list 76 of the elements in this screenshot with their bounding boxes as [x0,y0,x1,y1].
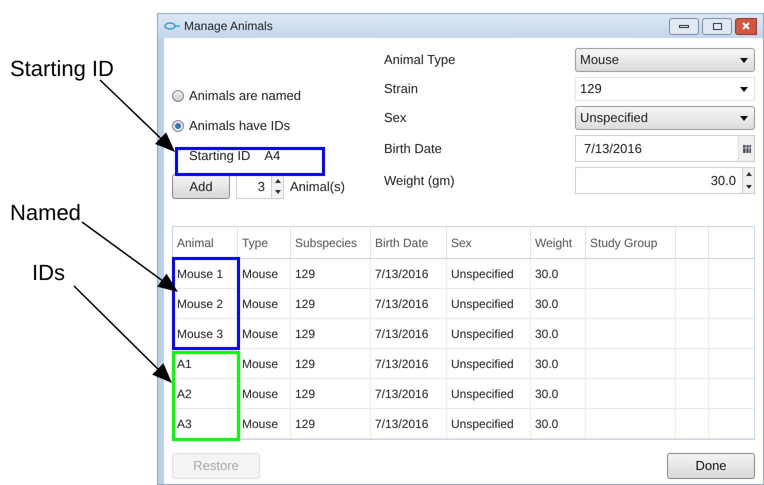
callout-label: IDs [32,259,65,287]
table-cell-text: 7/13/2016 [375,266,428,282]
table-cell-text: Mouse 1 [177,266,224,282]
caret-icon [740,116,748,120]
eye-icon [164,22,180,30]
table-cell-text: Unspecified [451,356,514,372]
table-cell-text: 129 [295,386,316,402]
table-cell-text: 7/13/2016 [375,296,428,312]
table-cell-text: 30.0 [535,326,558,342]
column-header[interactable]: Sex [451,234,472,252]
table-cell-text: 7/13/2016 [375,416,428,432]
table-cell-text: Unspecified [451,266,514,282]
radio-button[interactable]: Animals are named [172,81,384,111]
dropdown[interactable]: Unspecified [575,106,755,130]
add-button[interactable]: Add [172,174,230,199]
table-cell-text: Unspecified [451,416,514,432]
field-label: Birth Date [384,140,443,158]
table-cell-text: Mouse [242,356,278,372]
table-cell-text: A3 [177,416,192,432]
caret-icon [740,86,748,92]
callout-label: Starting ID [10,55,114,83]
column-header[interactable]: Birth Date [375,234,428,252]
field-label: Weight (gm) [384,172,456,190]
count-field[interactable]: 3 [236,174,284,199]
number-field[interactable]: 30.0 [575,167,755,194]
table-cell-text: Unspecified [451,326,514,342]
close-icon [742,22,750,30]
maximize-button[interactable] [702,18,732,34]
table-cell-text: 30.0 [535,356,558,372]
caret-icon [740,58,748,62]
table-cell-text: A1 [177,356,192,372]
date-field[interactable]: 7/13/2016 [575,135,755,162]
table-cell-text: 30.0 [535,416,558,432]
close-button[interactable] [735,18,757,34]
table-cell-text: 129 [295,296,316,312]
table-cell-text: Mouse [242,296,278,312]
table-cell-text: 129 [295,266,316,282]
column-header[interactable]: Type [242,234,268,252]
table-cell-text: Unspecified [451,296,514,312]
table-cell-text: 7/13/2016 [375,386,428,402]
table-cell-text: Unspecified [451,386,514,402]
combo-field[interactable]: 129 [575,77,755,101]
table-cell-text: Mouse [242,326,278,342]
spinner-icon[interactable] [271,175,283,198]
column-header[interactable]: Study Group [590,234,658,252]
column-header[interactable]: Weight [535,234,572,252]
table-cell-text: 129 [295,326,316,342]
table-cell-text: 129 [295,416,316,432]
table-cell-text: 7/13/2016 [375,326,428,342]
table-cell-text: A2 [177,386,192,402]
field-label: Animal Type [384,51,456,70]
table-cell-text: 7/13/2016 [375,356,428,372]
starting-id-label: Starting ID [189,147,250,166]
calendar-icon[interactable] [742,144,750,152]
window-title: Manage Animals [184,18,273,35]
table-cell-text: 30.0 [535,266,558,282]
field-label: Sex [384,109,408,128]
spinner-icon[interactable] [742,168,754,193]
dialog-button[interactable]: Done [667,453,755,479]
table-cell-text: Mouse [242,386,278,402]
table-cell-text: 129 [295,356,316,372]
column-header[interactable]: Subspecies [295,234,358,252]
dropdown[interactable]: Mouse [575,48,755,72]
minimize-button[interactable] [669,18,699,34]
count-label: Animal(s) [290,178,345,196]
table-cell-text: 30.0 [535,296,558,312]
table-cell-text: Mouse [242,416,278,432]
radio-button[interactable]: Animals have IDs [172,111,384,141]
starting-id-value: A4 [264,147,280,166]
table-cell-text: Mouse 3 [177,326,224,342]
table-cell-text: 30.0 [535,386,558,402]
column-header[interactable]: Animal [177,234,214,252]
field-label: Strain [384,80,419,98]
table-cell-text: Mouse [242,266,278,282]
table-cell-text: Mouse 2 [177,296,224,312]
callout-label: Named [10,199,81,227]
